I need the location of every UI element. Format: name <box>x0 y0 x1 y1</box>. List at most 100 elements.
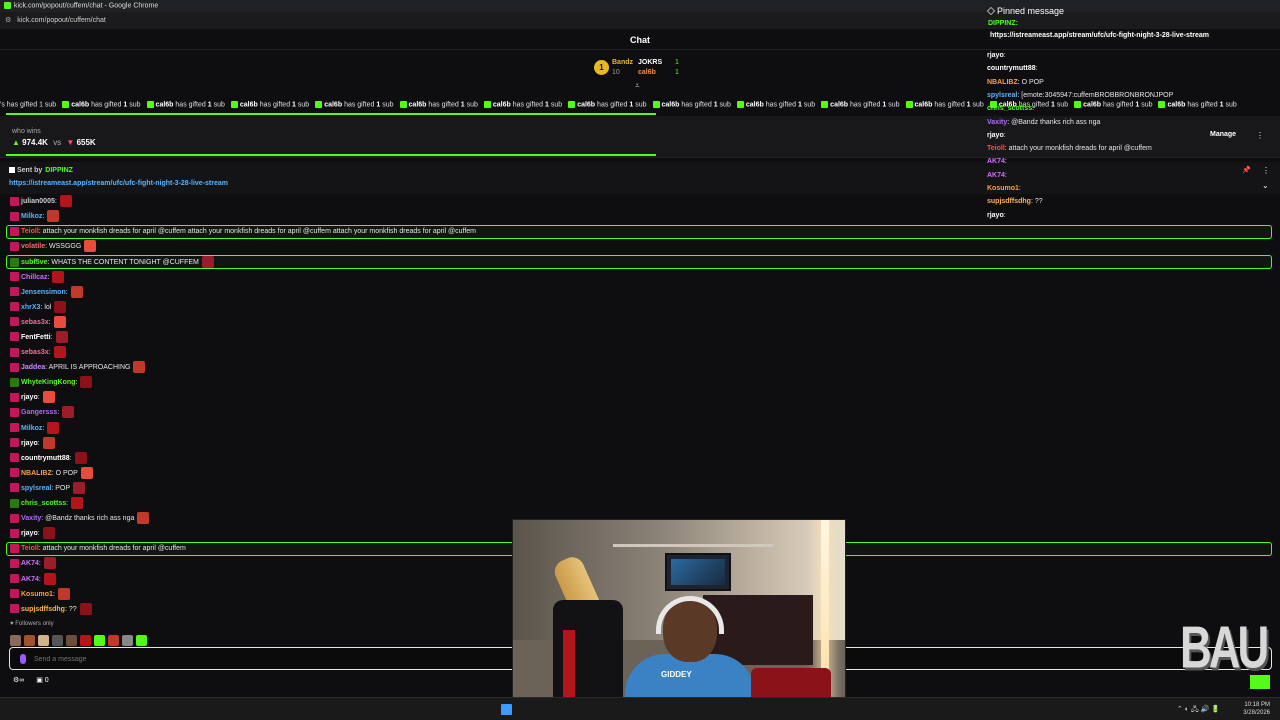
chat-username[interactable]: Jaddea <box>21 364 45 371</box>
chat-message[interactable]: sebas3x: <box>10 346 66 359</box>
chat-username[interactable]: Gangersss <box>21 409 57 416</box>
chat-username[interactable]: sebas3x <box>21 349 49 356</box>
chat-username[interactable]: countrymutt88 <box>21 455 70 462</box>
chat-input[interactable] <box>34 652 494 666</box>
chat-message[interactable]: spylsreal: POP <box>10 481 86 495</box>
system-tray[interactable]: ⌃ ◐ 🖧 🔊 🔋 <box>1177 705 1220 716</box>
chat-message[interactable]: chris_scottss: <box>10 497 84 510</box>
chat-username[interactable]: Jensensimon <box>21 288 66 295</box>
gift-icon <box>568 101 576 108</box>
quick-emote-icon[interactable] <box>108 635 119 647</box>
chat-message[interactable]: WhyteKingKong: <box>10 376 93 389</box>
pinned-link[interactable]: https://istreameast.app/stream/ufc/ufc-f… <box>9 180 228 187</box>
chat-message[interactable]: supjsdffsdhg: ?? <box>10 602 92 616</box>
chat-username[interactable]: xhrX3 <box>21 304 40 311</box>
chat-text: : <box>48 348 51 356</box>
chat-message[interactable]: volatile: WSSGGG <box>10 240 97 253</box>
settings-icon[interactable]: ⚙∞ <box>13 677 24 684</box>
chat-username[interactable]: AK74 <box>21 560 39 567</box>
chat-username[interactable]: AK74 <box>21 575 39 582</box>
chat-message[interactable]: Milkoz: <box>10 210 60 223</box>
chat-message[interactable]: Jaddea: APRIL IS APPROACHING <box>10 361 146 374</box>
ticker-unit: sub <box>719 101 731 109</box>
chat-username[interactable]: rjayo <box>21 530 38 537</box>
chat-username[interactable]: volatile <box>21 243 45 250</box>
quick-emote-icon[interactable] <box>122 635 133 647</box>
chat-username[interactable]: Teioll <box>21 228 39 235</box>
windows-start-icon[interactable] <box>501 704 512 715</box>
chat-text: : O POP <box>51 469 78 477</box>
poll-vs: vs <box>53 138 62 147</box>
user-badge-icon <box>10 287 19 297</box>
pinned-user[interactable]: DIPPINZ <box>45 167 73 174</box>
chat-username[interactable]: subf5ve <box>21 259 47 266</box>
quick-emote-icon[interactable] <box>38 635 49 647</box>
chat-username[interactable]: Kosumo1 <box>21 590 53 597</box>
chat-username[interactable]: NBALIBZ <box>21 470 52 477</box>
chat-text: : <box>47 273 50 281</box>
chat-username[interactable]: supjsdffsdhg <box>21 606 65 613</box>
emote-icon <box>55 330 68 343</box>
quick-emote-icon[interactable] <box>80 635 91 647</box>
chat-username[interactable]: WhyteKingKong <box>21 379 75 386</box>
gift-leaderboard[interactable]: 1 Bandz 10 JOKRS 1 cal6b 1 ⩡ <box>592 56 702 90</box>
chat-username[interactable]: Vaxity <box>21 515 41 522</box>
chat-message[interactable]: NBALIBZ: O POP <box>10 466 93 480</box>
chat-username[interactable]: Chillcaz <box>21 273 47 280</box>
chat-message[interactable]: countrymutt88: <box>10 451 87 465</box>
kick-corner-icon <box>1250 675 1270 689</box>
quick-emote-icon[interactable] <box>66 635 77 647</box>
address-url[interactable]: kick.com/popout/cuffem/chat <box>17 17 106 24</box>
chat-message[interactable]: FentFetti: <box>10 330 68 344</box>
chat-message[interactable]: rjayo: <box>10 436 55 450</box>
emote-picker-icon[interactable] <box>20 654 26 664</box>
site-settings-icon[interactable]: ⚙ <box>5 16 11 24</box>
chat-message[interactable]: Chillcaz: <box>10 270 65 284</box>
chat-message[interactable]: Kosumo1: <box>10 587 70 601</box>
chat-username[interactable]: sebas3x <box>21 319 49 326</box>
chat-message[interactable]: sebas3x: <box>10 315 66 329</box>
chat-message[interactable]: Jensensimon: <box>10 285 83 299</box>
overlay-text: : <box>1004 171 1007 179</box>
chat-message[interactable]: julian0005: <box>10 195 72 208</box>
chat-message[interactable]: AK74: <box>10 572 56 586</box>
chat-text: : <box>66 499 69 507</box>
chat-username[interactable]: Teioll <box>21 545 39 552</box>
chat-message[interactable]: rjayo: <box>10 527 55 540</box>
expand-chevron-icon[interactable]: ⩡ <box>635 81 640 91</box>
ticker-amount: 1 <box>713 101 718 109</box>
gift-icon <box>905 101 913 108</box>
user-badge-icon <box>10 332 19 342</box>
chat-message[interactable]: rjayo: <box>10 391 55 404</box>
taskbar-clock[interactable]: 10:18 PM 3/28/2026 <box>1243 701 1270 717</box>
chat-username[interactable]: Milkoz <box>21 424 42 431</box>
chat-message[interactable]: Gangersss: <box>10 406 75 419</box>
chat-username[interactable]: julian0005 <box>21 198 55 205</box>
quick-emote-icon[interactable] <box>94 635 105 647</box>
chat-username[interactable]: rjayo <box>21 439 38 446</box>
quick-emote-icon[interactable] <box>24 635 35 647</box>
ticker-text: has gifted <box>934 101 965 109</box>
quick-emote-icon[interactable] <box>10 635 21 647</box>
chat-text: : WSSGGG <box>45 243 82 251</box>
quick-emote-icon[interactable] <box>136 635 147 647</box>
chat-username[interactable]: rjayo <box>21 394 38 401</box>
chat-message[interactable]: AK74: <box>10 557 56 570</box>
chat-message[interactable]: subf5ve: WHATS THE CONTENT TONIGHT @CUFF… <box>6 255 1272 270</box>
chat-username[interactable]: FentFetti <box>21 334 51 341</box>
chat-username[interactable]: chris_scottss <box>21 500 66 507</box>
chat-message[interactable]: Milkoz: <box>10 421 60 435</box>
chat-message[interactable]: Teioll: attach your monkfish dreads for … <box>6 225 1272 240</box>
overlay-link[interactable]: https://istreameast.app/stream/ufc/ufc-f… <box>988 31 1211 40</box>
quick-emote-icon[interactable] <box>52 635 63 647</box>
chat-username[interactable]: Milkoz <box>21 213 42 220</box>
chat-username[interactable]: spylsreal <box>21 485 51 492</box>
overlay-chat-message: countrymutt88: <box>987 64 1038 74</box>
chat-message[interactable]: xhrX3: lol <box>10 300 67 314</box>
chat-message[interactable]: Vaxity: @Bandz thanks rich ass nga <box>10 512 150 525</box>
ticker-unit: sub <box>888 101 900 109</box>
points-icon[interactable]: ▣ 0 <box>36 677 58 684</box>
emote-quick-bar[interactable] <box>10 632 150 647</box>
overlay-user[interactable]: DIPPINZ: <box>988 20 1018 27</box>
emote-icon <box>79 602 92 615</box>
